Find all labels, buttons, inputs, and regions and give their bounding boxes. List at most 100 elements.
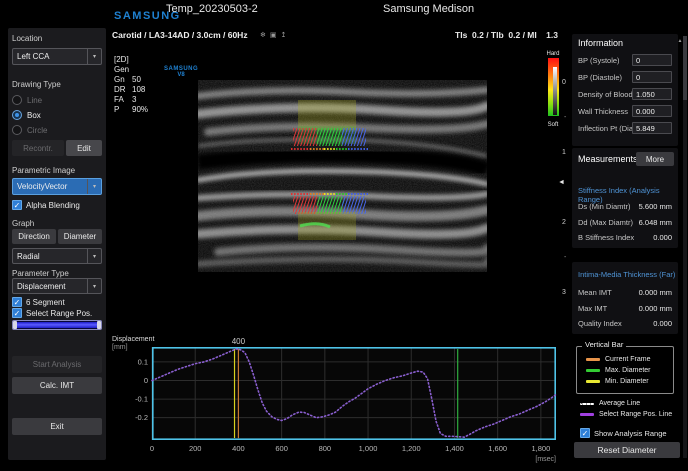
- direction-button[interactable]: Direction: [12, 229, 56, 244]
- show-analysis-range-checkbox[interactable]: ✓ Show Analysis Range: [580, 428, 667, 438]
- legend-label: Current Frame: [605, 356, 651, 363]
- parameter-type-dropdown[interactable]: Displacement ▾: [12, 278, 102, 294]
- legend-label: Average Line: [599, 400, 640, 407]
- thermal-icon: ↥: [281, 31, 287, 39]
- radio-circle-label: Circle: [27, 126, 47, 135]
- average-line-swatch: [580, 403, 594, 405]
- chevron-down-icon[interactable]: ▾: [87, 279, 101, 293]
- wall-thickness-input[interactable]: 0.000: [632, 105, 672, 117]
- bmode-image-top[interactable]: [198, 80, 487, 190]
- depth-ruler-tick: -: [564, 114, 566, 121]
- recontr-button[interactable]: Recontr.: [12, 140, 64, 156]
- depth-ruler-label: 3: [562, 289, 566, 296]
- six-segment-label: 6 Segment: [26, 298, 65, 307]
- svg-text:400: 400: [232, 444, 245, 453]
- measurements-title: Measurements: [578, 154, 638, 164]
- svg-text:1,800: 1,800: [531, 444, 550, 453]
- reset-diameter-button[interactable]: Reset Diameter: [574, 442, 680, 458]
- select-range-pos-label: Select Range Pos.: [26, 309, 92, 318]
- more-button[interactable]: More: [636, 152, 674, 166]
- radio-box[interactable]: Box: [12, 109, 41, 121]
- quality-index-value: 0.000: [653, 319, 672, 328]
- slider-right-handle[interactable]: [97, 321, 101, 329]
- alpha-blending-label: Alpha Blending: [26, 201, 80, 210]
- scrollbar-thumb[interactable]: [683, 36, 687, 100]
- svg-text:200: 200: [189, 444, 202, 453]
- dd-max-diamtr-value: 6.048 mm: [639, 218, 672, 227]
- location-dropdown[interactable]: Left CCA ▾: [12, 48, 102, 65]
- graph-mode-dropdown[interactable]: Radial ▾: [12, 248, 102, 264]
- imt-panel: Intima-Media Thickness (Far) Mean IMT 0.…: [572, 262, 678, 334]
- diameter-button[interactable]: Diameter: [58, 229, 102, 244]
- freeze-icon: ❄: [260, 31, 266, 39]
- radio-line[interactable]: Line: [12, 94, 42, 106]
- app-window: { "title_bar": { "brand": "SAMSUNG", "fi…: [0, 0, 688, 466]
- drawing-type-label: Drawing Type: [12, 80, 61, 89]
- x-axis-unit-label: [msec]: [535, 456, 556, 463]
- chevron-down-icon[interactable]: ▾: [87, 179, 101, 194]
- exit-button[interactable]: Exit: [12, 418, 102, 435]
- samsung-v8-watermark: SAMSUNG V8: [164, 66, 198, 78]
- radio-circle[interactable]: Circle: [12, 124, 47, 136]
- max-diameter-swatch: [586, 369, 600, 372]
- edit-button[interactable]: Edit: [66, 140, 102, 156]
- density-of-blood-input[interactable]: 1.050: [632, 88, 672, 100]
- legend-item: Select Range Pos. Line: [580, 411, 672, 418]
- measurements-panel: Measurements More Stiffness Index (Analy…: [572, 148, 678, 248]
- location-value: Left CCA: [13, 52, 87, 61]
- calc-imt-button[interactable]: Calc. IMT: [12, 377, 102, 394]
- measurement-row: Quality Index 0.000: [578, 319, 674, 332]
- param-row: FA3: [114, 95, 136, 104]
- measurement-row: Mean IMT 0.000 mm: [578, 288, 674, 301]
- parametric-image-value: VelocityVector: [13, 182, 87, 191]
- inflection-pt-input[interactable]: 5.849: [632, 122, 672, 134]
- parametric-image-dropdown[interactable]: VelocityVector ▾: [12, 178, 102, 195]
- measure-label: Dd (Max Diamtr): [578, 218, 633, 227]
- focus-marker-icon[interactable]: ◄: [558, 179, 565, 186]
- range-position-slider[interactable]: [12, 320, 102, 330]
- select-range-pos-checkbox[interactable]: ✓ Select Range Pos.: [12, 308, 92, 318]
- param-row: P90%: [114, 105, 148, 114]
- radio-selected-icon: [12, 110, 22, 120]
- svg-text:0: 0: [150, 444, 154, 453]
- cine-icon: ▣: [270, 31, 277, 39]
- current-frame-swatch: [586, 358, 600, 361]
- colorbar-top-label: Hard: [540, 51, 566, 57]
- parameter-type-label: Parameter Type: [12, 269, 69, 278]
- displacement-graph[interactable]: Displacement [mm] 02004006008001,0001,20…: [110, 335, 582, 466]
- header-icons: ❄ ▣ ↥: [260, 31, 286, 39]
- legend-item: Min. Diameter: [586, 378, 649, 385]
- max-imt-value: 0.000 mm: [639, 304, 672, 313]
- legend-item: Current Frame: [586, 356, 651, 363]
- measure-label: B Stiffness Index: [578, 233, 634, 242]
- svg-text:0.1: 0.1: [138, 357, 148, 366]
- legend-label: Min. Diameter: [605, 378, 649, 385]
- info-field-row: BP (Systole) 0: [578, 56, 674, 69]
- checkbox-checked-icon: ✓: [12, 200, 22, 210]
- chevron-down-icon[interactable]: ▾: [87, 49, 101, 64]
- legend-item: Average Line: [580, 400, 640, 407]
- colorbar-bottom-label: Soft: [540, 122, 566, 128]
- param-row: DR108: [114, 85, 145, 94]
- svg-text:1,600: 1,600: [488, 444, 507, 453]
- parameter-type-value: Displacement: [13, 282, 87, 291]
- graph-legend: Vertical Bar Current Frame Max. Diameter…: [572, 338, 684, 464]
- alpha-blending-checkbox[interactable]: ✓ Alpha Blending: [12, 200, 80, 210]
- radio-box-label: Box: [27, 111, 41, 120]
- current-frame-label: 400: [232, 337, 246, 346]
- parametric-image-label: Parametric Image: [12, 166, 75, 175]
- start-analysis-button[interactable]: Start Analysis: [12, 356, 102, 373]
- bp-diastole-input[interactable]: 0: [632, 71, 672, 83]
- svg-text:600: 600: [275, 444, 288, 453]
- depth-ruler-label: 1: [562, 149, 566, 156]
- graph-plot-area[interactable]: 02004006008001,0001,2001,4001,6001,8000.…: [110, 335, 570, 466]
- imt-title: Intima-Media Thickness (Far): [578, 270, 675, 279]
- slider-left-handle[interactable]: [13, 321, 17, 329]
- slider-track: [17, 322, 97, 328]
- measurement-row: B Stiffness Index 0.000: [578, 233, 674, 246]
- svg-text:-0.1: -0.1: [135, 395, 148, 404]
- bmode-image-bottom[interactable]: [198, 190, 487, 290]
- chevron-down-icon[interactable]: ▾: [87, 249, 101, 263]
- six-segment-checkbox[interactable]: ✓ 6 Segment: [12, 297, 65, 307]
- bp-systole-input[interactable]: 0: [632, 54, 672, 66]
